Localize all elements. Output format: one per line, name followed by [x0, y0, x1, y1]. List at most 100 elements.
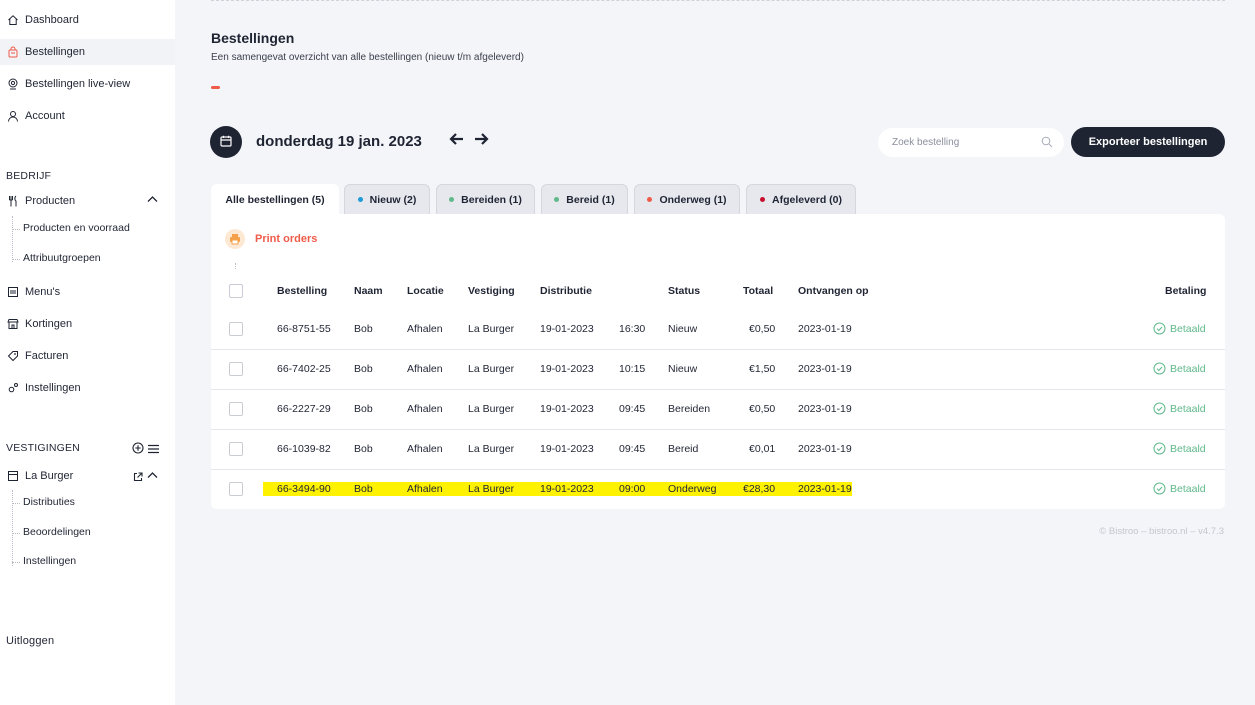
calendar-button[interactable]: [210, 126, 242, 158]
sidebar-item-dashboard[interactable]: Dashboard: [0, 7, 175, 33]
sidebar-subitem-reviews[interactable]: Beoordelingen: [12, 526, 91, 538]
column-header-received[interactable]: Ontvangen op: [798, 285, 869, 297]
list-icon[interactable]: [148, 443, 159, 457]
cell-received: 2023-01-19: [798, 403, 852, 415]
cell-order[interactable]: 66-2227-29: [277, 403, 331, 415]
row-divider: [211, 429, 1225, 430]
tab-label: Alle bestellingen (5): [225, 193, 325, 206]
sidebar-subitem-location-settings[interactable]: Instellingen: [12, 555, 76, 567]
cell-name: Bob: [354, 363, 373, 375]
previous-day-button[interactable]: [449, 132, 465, 151]
cell-status: Nieuw: [668, 323, 698, 335]
fork-knife-icon: [7, 195, 19, 207]
tab-delivered[interactable]: Afgeleverd (0): [746, 184, 856, 214]
sidebar-item-orders[interactable]: Bestellingen: [0, 39, 175, 65]
cell-received: 2023-01-19: [798, 363, 852, 375]
print-orders-label: Print orders: [255, 233, 318, 245]
row-checkbox[interactable]: [229, 322, 243, 336]
payment-label: Betaald: [1170, 482, 1206, 495]
add-location-icon[interactable]: [132, 442, 144, 457]
cell-status: Nieuw: [668, 363, 698, 375]
cell-branch: La Burger: [468, 363, 515, 375]
cell-status: Onderweg: [668, 483, 717, 495]
page-title: Bestellingen: [211, 30, 295, 46]
payment-status: Betaald: [1153, 362, 1206, 375]
cell-branch: La Burger: [468, 483, 515, 495]
sidebar-item-menus[interactable]: Menu's: [0, 279, 175, 305]
gear-icon: [7, 382, 19, 394]
sidebar-item-account[interactable]: Account: [0, 103, 175, 129]
payment-label: Betaald: [1170, 442, 1206, 455]
row-checkbox[interactable]: [229, 402, 243, 416]
store-front-icon: [7, 470, 19, 482]
sidebar-item-label: La Burger: [25, 470, 74, 482]
top-divider: [211, 0, 1225, 1]
logout-link[interactable]: Uitloggen: [6, 635, 54, 647]
export-orders-button[interactable]: Exporteer bestellingen: [1071, 127, 1225, 157]
cell-branch: La Burger: [468, 403, 515, 415]
column-header-branch[interactable]: Vestiging: [468, 285, 515, 297]
cell-order[interactable]: 66-1039-82: [277, 443, 331, 455]
sidebar-item-label: Producten: [25, 195, 76, 207]
chevron-up-icon[interactable]: [147, 471, 158, 482]
payment-label: Betaald: [1170, 402, 1206, 415]
cell-order[interactable]: 66-7402-25: [277, 363, 331, 375]
sidebar-item-settings[interactable]: Instellingen: [0, 375, 175, 401]
status-dot: [759, 197, 765, 202]
sidebar-item-discounts[interactable]: Kortingen: [0, 311, 175, 337]
cell-total: €0,50: [749, 323, 776, 335]
print-orders-button[interactable]: Print orders: [225, 229, 317, 249]
sidebar-item-invoices[interactable]: Facturen: [0, 343, 175, 369]
tab-preparing[interactable]: Bereiden (1): [436, 184, 535, 214]
cell-time: 09:00: [619, 483, 646, 495]
payment-status: Betaald: [1153, 322, 1206, 335]
tab-on-the-way[interactable]: Onderweg (1): [634, 184, 740, 214]
select-all-checkbox[interactable]: [229, 284, 243, 298]
tab-label: Afgeleverd (0): [771, 193, 843, 206]
cell-time: 09:45: [619, 443, 646, 455]
row-checkbox[interactable]: [229, 482, 243, 496]
page-subtitle: Een samengevat overzicht van alle bestel…: [211, 52, 524, 63]
search-input[interactable]: [892, 137, 1032, 148]
tab-prepared[interactable]: Bereid (1): [541, 184, 628, 214]
section-title-company: BEDRIJF: [6, 170, 52, 182]
payment-label: Betaald: [1170, 322, 1206, 335]
row-checkbox[interactable]: [229, 362, 243, 376]
column-header-location[interactable]: Locatie: [407, 285, 444, 297]
sidebar-subitem-attribute-groups[interactable]: Attribuutgroepen: [12, 252, 101, 264]
row-divider: [211, 389, 1225, 390]
column-header-order[interactable]: Bestelling: [277, 285, 327, 297]
sidebar-item-label: Dashboard: [25, 14, 79, 26]
sidebar-subitem-distributions[interactable]: Distributies: [12, 496, 75, 508]
cell-order[interactable]: 66-8751-55: [277, 323, 331, 335]
cell-status: Bereid: [668, 443, 699, 455]
column-header-status[interactable]: Status: [668, 285, 700, 297]
cell-name: Bob: [354, 323, 373, 335]
cell-order[interactable]: 66-3494-90: [277, 483, 331, 495]
external-link-icon[interactable]: [133, 471, 143, 485]
search-icon[interactable]: [1041, 136, 1053, 151]
column-header-name[interactable]: Naam: [354, 285, 383, 297]
sidebar-item-orders-live-view[interactable]: Bestellingen live-view: [0, 71, 175, 97]
cell-name: Bob: [354, 403, 373, 415]
sidebar-subitem-products-stock[interactable]: Producten en voorraad: [12, 222, 130, 234]
row-divider: [211, 469, 1225, 470]
tab-new[interactable]: Nieuw (2): [344, 184, 430, 214]
divider-mark: [235, 263, 236, 269]
sidebar-item-label: Account: [25, 110, 65, 122]
cell-location: Afhalen: [407, 403, 443, 415]
cell-date: 19-01-2023: [540, 443, 594, 455]
next-day-button[interactable]: [473, 132, 489, 151]
store-icon: [7, 318, 19, 330]
column-header-distribution[interactable]: Distributie: [540, 285, 592, 297]
chevron-up-icon[interactable]: [147, 195, 158, 206]
column-header-payment[interactable]: Betaling: [1165, 285, 1206, 297]
cell-received: 2023-01-19: [798, 443, 852, 455]
cell-location: Afhalen: [407, 363, 443, 375]
column-header-total[interactable]: Totaal: [743, 285, 773, 297]
tab-label: Nieuw (2): [369, 193, 417, 206]
row-checkbox[interactable]: [229, 442, 243, 456]
sidebar-item-label: Menu's: [25, 286, 61, 298]
section-title-locations: VESTIGINGEN: [6, 442, 80, 454]
tab-all-orders[interactable]: Alle bestellingen (5): [211, 184, 339, 214]
